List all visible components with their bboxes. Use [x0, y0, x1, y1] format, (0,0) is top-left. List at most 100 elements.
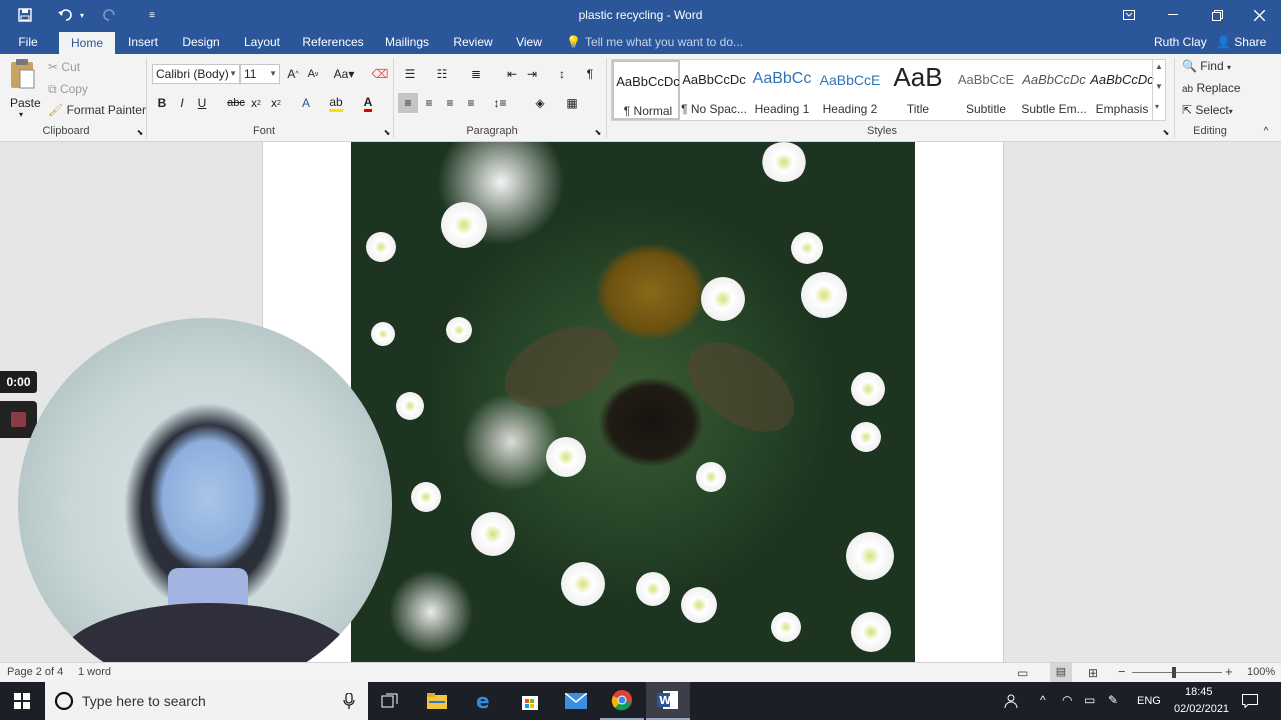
- tell-me-search[interactable]: 💡 Tell me what you want to do...: [566, 30, 743, 54]
- align-right-icon[interactable]: ≡: [440, 93, 460, 113]
- scroll-down-icon[interactable]: ▼: [1155, 82, 1163, 91]
- highlight-icon[interactable]: ab: [326, 93, 346, 113]
- file-explorer-icon[interactable]: [415, 682, 459, 720]
- tab-layout[interactable]: Layout: [236, 30, 288, 54]
- subscript-icon[interactable]: x2: [246, 93, 266, 113]
- style-no-spacing[interactable]: AaBbCcDc ¶ No Spac...: [680, 60, 748, 120]
- chrome-icon[interactable]: [600, 682, 644, 720]
- web-layout-icon[interactable]: ⊞: [1088, 666, 1098, 680]
- paragraph-launcher-icon[interactable]: ⬊: [592, 126, 604, 138]
- print-layout-icon[interactable]: ▤: [1050, 663, 1072, 682]
- change-case-icon[interactable]: Aa▾: [330, 64, 358, 84]
- minimize-button[interactable]: [1151, 0, 1195, 30]
- replace-button[interactable]: ab Replace: [1182, 81, 1241, 95]
- network-icon[interactable]: ◠: [1062, 693, 1072, 707]
- restore-button[interactable]: [1195, 0, 1239, 30]
- multilevel-list-icon[interactable]: ≣: [466, 64, 486, 84]
- font-size-select[interactable]: 11 ▼: [240, 64, 280, 84]
- shrink-font-icon[interactable]: Av: [303, 64, 323, 84]
- line-spacing-icon[interactable]: ↕≡: [490, 93, 510, 113]
- show-hidden-icons-icon[interactable]: ^: [1040, 693, 1046, 707]
- style-title[interactable]: AaB Title: [884, 60, 952, 120]
- tab-design[interactable]: Design: [175, 30, 227, 54]
- format-painter-button[interactable]: 🖌 Format Painter: [48, 103, 146, 117]
- scroll-up-icon[interactable]: ▲: [1155, 62, 1163, 71]
- align-center-icon[interactable]: ≡: [419, 93, 439, 113]
- zoom-slider-track[interactable]: [1132, 672, 1222, 673]
- increase-indent-icon[interactable]: ⇥: [522, 64, 542, 84]
- microphone-icon[interactable]: [343, 693, 355, 709]
- clock-date[interactable]: 02/02/2021: [1174, 703, 1229, 715]
- strikethrough-icon[interactable]: abc: [226, 93, 246, 113]
- copy-button[interactable]: ⧉ Copy: [48, 82, 88, 97]
- bold-icon[interactable]: B: [152, 93, 172, 113]
- decrease-indent-icon[interactable]: ⇤: [502, 64, 522, 84]
- tab-insert[interactable]: Insert: [119, 30, 167, 54]
- more-styles-icon[interactable]: ▾: [1155, 102, 1159, 111]
- zoom-in-icon[interactable]: +: [1225, 664, 1233, 679]
- style-heading-2[interactable]: AaBbCcE Heading 2: [816, 60, 884, 120]
- taskbar-search[interactable]: Type here to search: [45, 682, 368, 720]
- superscript-icon[interactable]: x2: [266, 93, 286, 113]
- pen-icon[interactable]: ✎: [1108, 693, 1118, 707]
- clipboard-launcher-icon[interactable]: ⬊: [134, 126, 146, 138]
- text-effects-icon[interactable]: A: [296, 93, 316, 113]
- show-formatting-icon[interactable]: ¶: [580, 64, 600, 84]
- style-subtitle[interactable]: AaBbCcE Subtitle: [952, 60, 1020, 120]
- tab-home[interactable]: Home: [59, 32, 115, 54]
- font-color-icon[interactable]: A: [358, 93, 378, 113]
- style-subtle-emphasis[interactable]: AaBbCcDc Subtle Em...: [1020, 60, 1088, 120]
- borders-icon[interactable]: ▦: [562, 93, 582, 113]
- clear-formatting-icon[interactable]: ⌫: [370, 64, 390, 84]
- tab-review[interactable]: Review: [446, 30, 500, 54]
- select-button[interactable]: ⇱ Select▾: [1182, 103, 1233, 117]
- page-count[interactable]: Page 2 of 4: [7, 666, 63, 678]
- style-emphasis[interactable]: AaBbCcDc Emphasis: [1088, 60, 1156, 120]
- font-family-select[interactable]: Calibri (Body) ▼: [152, 64, 240, 84]
- cut-button[interactable]: ✂ Cut: [48, 60, 80, 74]
- italic-icon[interactable]: I: [172, 93, 192, 113]
- user-name[interactable]: Ruth Clay: [1154, 30, 1207, 54]
- clock-time[interactable]: 18:45: [1185, 686, 1213, 698]
- font-launcher-icon[interactable]: ⬊: [381, 126, 393, 138]
- edge-icon[interactable]: e: [462, 682, 506, 720]
- tab-view[interactable]: View: [510, 30, 548, 54]
- word-app-icon[interactable]: W: [646, 682, 690, 720]
- paste-button[interactable]: Paste ▾: [6, 58, 41, 120]
- read-mode-icon[interactable]: ▭: [1017, 666, 1028, 680]
- styles-launcher-icon[interactable]: ⬊: [1160, 126, 1172, 138]
- windows-start-icon[interactable]: [0, 682, 44, 720]
- sort-icon[interactable]: ↕: [552, 64, 572, 84]
- share-button[interactable]: 👤 Share: [1216, 30, 1266, 54]
- grow-font-icon[interactable]: A ^: [283, 64, 303, 84]
- tab-references[interactable]: References: [298, 30, 368, 54]
- zoom-slider-thumb[interactable]: [1172, 667, 1176, 678]
- bullets-icon[interactable]: ☰: [400, 64, 420, 84]
- find-button[interactable]: 🔍 Find ▾: [1182, 59, 1231, 73]
- ribbon-display-options-icon[interactable]: [1107, 0, 1151, 30]
- battery-icon[interactable]: ▭: [1084, 693, 1095, 707]
- style-heading-1[interactable]: AaBbCc Heading 1: [748, 60, 816, 120]
- zoom-out-icon[interactable]: −: [1118, 664, 1126, 679]
- stop-icon: [11, 412, 26, 427]
- tab-mailings[interactable]: Mailings: [378, 30, 436, 54]
- underline-icon[interactable]: U: [192, 93, 212, 113]
- close-button[interactable]: [1237, 0, 1281, 30]
- language-indicator[interactable]: ENG: [1137, 695, 1161, 707]
- styles-scroll[interactable]: ▲ ▼ ▾: [1152, 60, 1165, 120]
- style-normal[interactable]: AaBbCcDc ¶ Normal: [612, 60, 680, 120]
- align-left-icon[interactable]: ≡: [398, 93, 418, 113]
- zoom-level[interactable]: 100%: [1247, 666, 1275, 678]
- numbering-icon[interactable]: ☷: [432, 64, 452, 84]
- people-icon[interactable]: [990, 682, 1030, 720]
- collapse-ribbon-icon[interactable]: ^: [1258, 124, 1274, 138]
- tab-file[interactable]: File: [8, 30, 48, 54]
- store-icon[interactable]: [508, 682, 552, 720]
- shading-icon[interactable]: ◈: [530, 93, 550, 113]
- justify-icon[interactable]: ≡: [461, 93, 481, 113]
- notifications-icon[interactable]: [1230, 682, 1270, 720]
- mail-icon[interactable]: [554, 682, 598, 720]
- word-count[interactable]: 1 word: [78, 666, 111, 678]
- bee-on-flowers-image[interactable]: [351, 142, 915, 662]
- task-view-icon[interactable]: [368, 682, 412, 720]
